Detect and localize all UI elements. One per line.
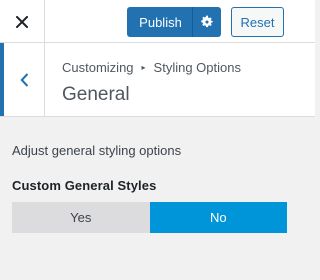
breadcrumb: Customizing ▸ Styling Options [62, 60, 241, 75]
chevron-left-icon [19, 72, 28, 87]
section-title: General [62, 84, 130, 105]
publish-settings-button[interactable] [193, 7, 221, 37]
breadcrumb-root: Customizing [62, 60, 134, 75]
toggle-option-no[interactable]: No [149, 202, 287, 233]
publish-button-group: Publish [127, 7, 221, 37]
toggle-option-yes[interactable]: Yes [12, 202, 150, 233]
back-button[interactable] [0, 43, 45, 116]
breadcrumb-separator: ▸ [141, 63, 146, 72]
breadcrumb-parent: Styling Options [153, 60, 241, 75]
custom-general-styles-label: Custom General Styles [12, 178, 157, 193]
section-header: Customizing ▸ Styling Options General [0, 43, 315, 117]
reset-button[interactable]: Reset [231, 7, 284, 37]
customizer-header: Publish Reset [0, 0, 315, 43]
close-icon [16, 15, 28, 28]
publish-button[interactable]: Publish [127, 7, 192, 37]
gear-icon [201, 15, 213, 28]
close-customizer-button[interactable] [0, 0, 45, 43]
section-description: Adjust general styling options [12, 143, 182, 158]
custom-general-styles-toggle: Yes No [12, 202, 287, 233]
